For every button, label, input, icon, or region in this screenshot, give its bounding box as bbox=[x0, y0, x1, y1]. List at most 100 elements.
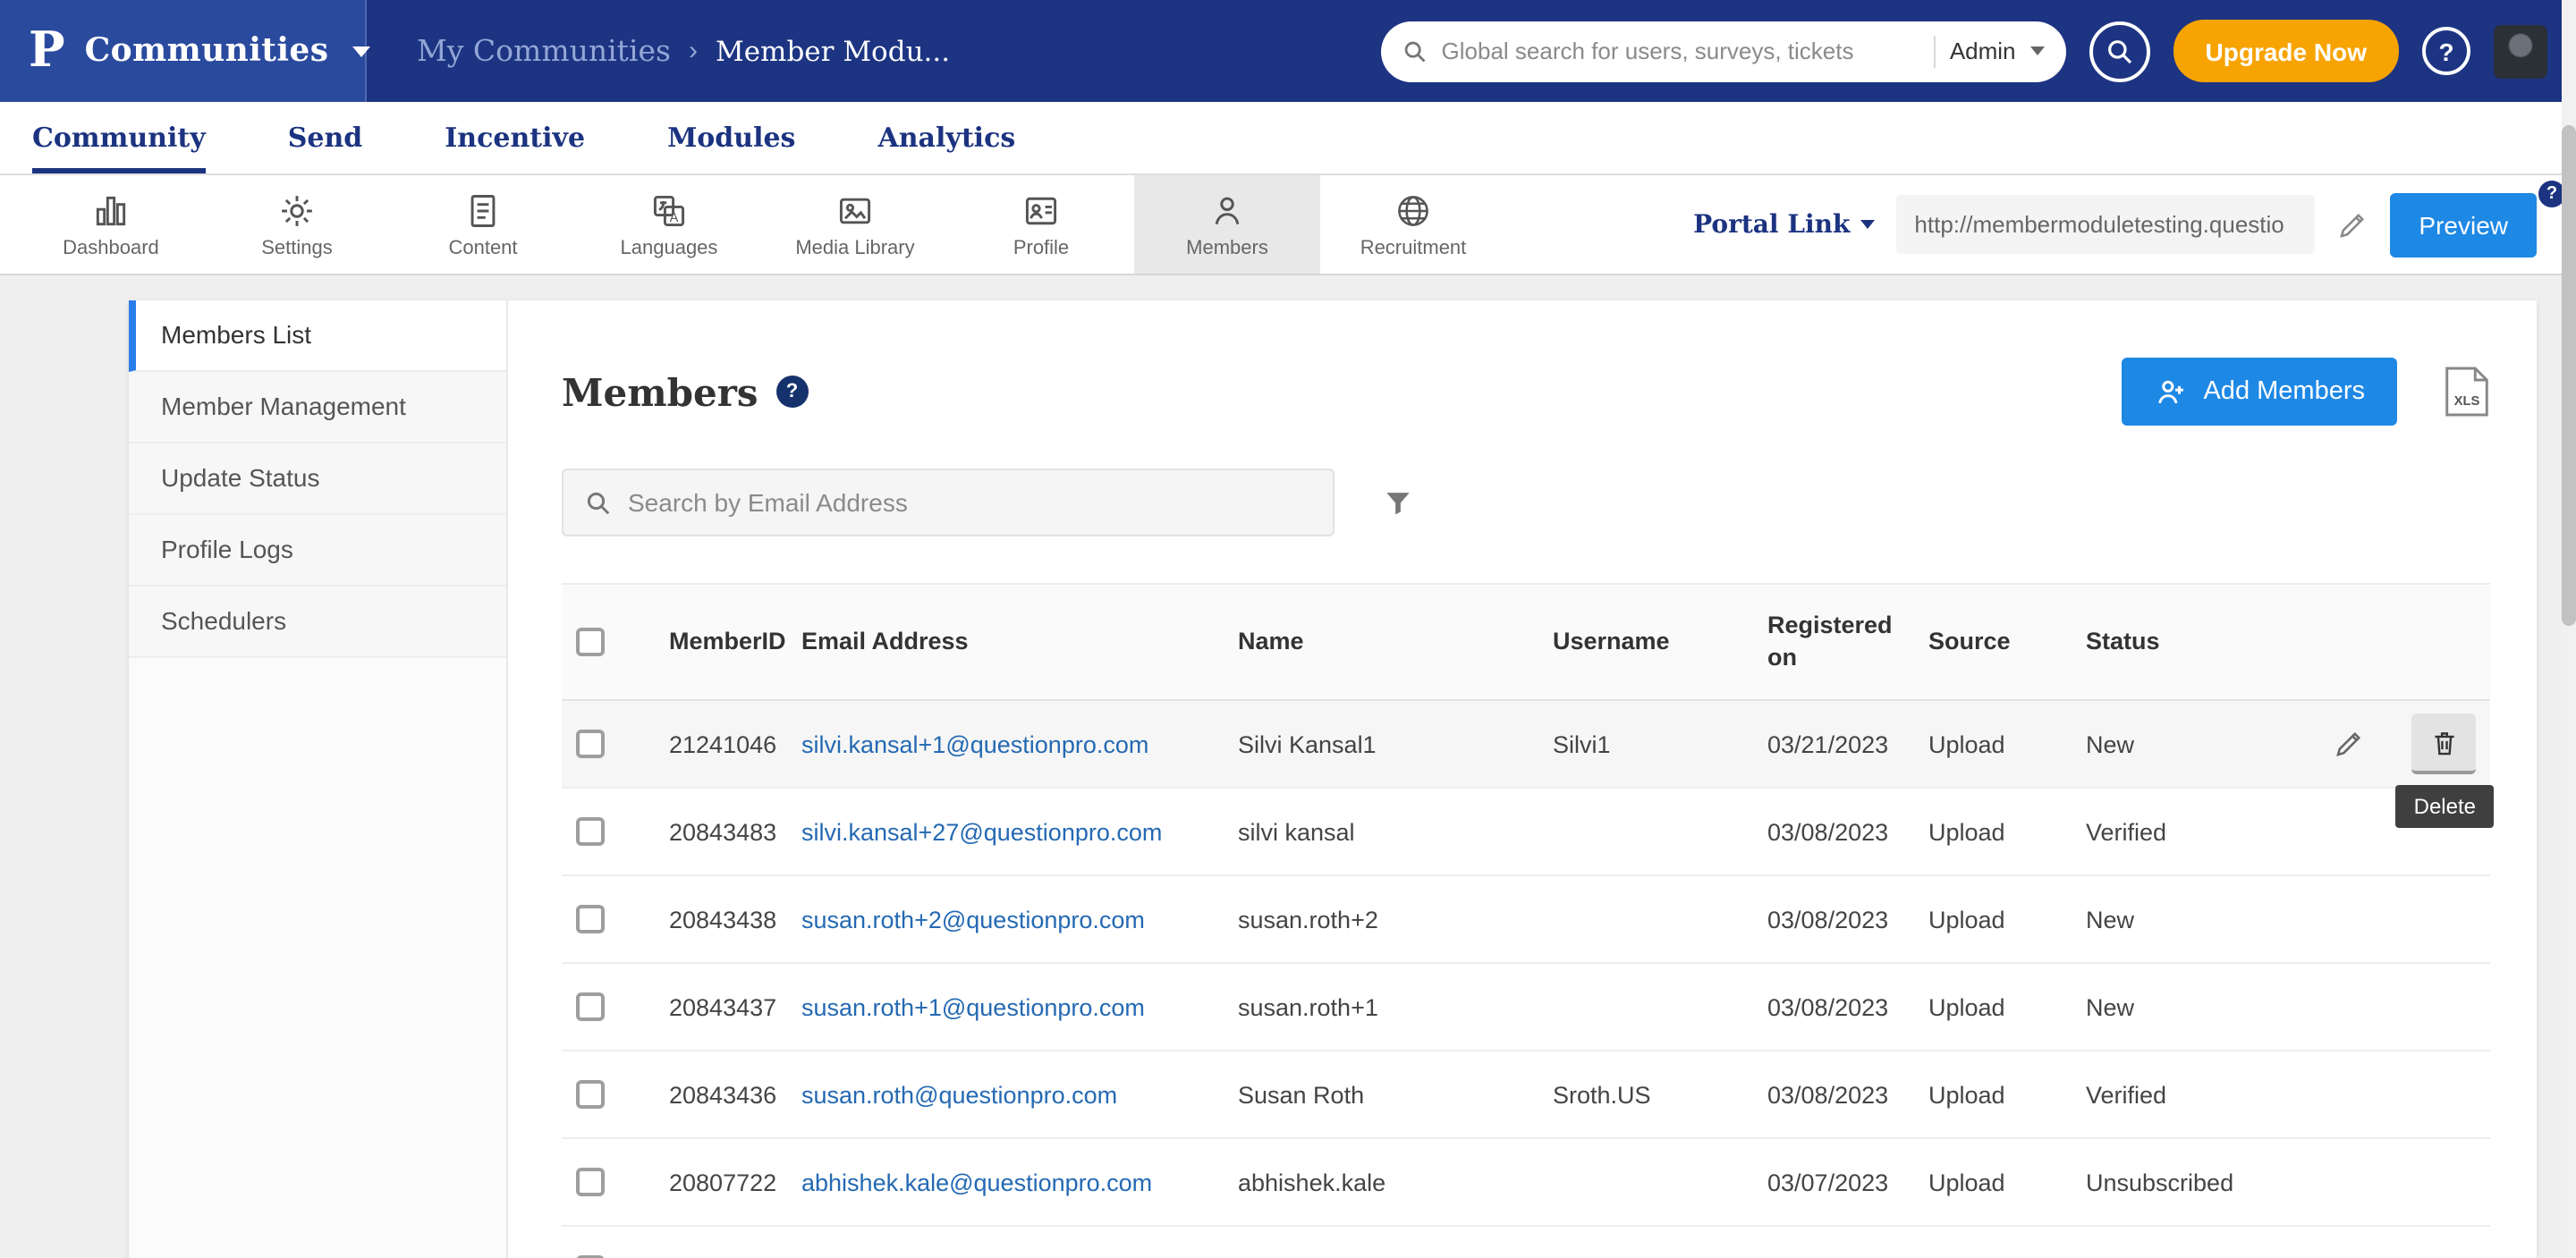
app-window: P Communities My Communities › Member Mo… bbox=[0, 0, 2576, 1258]
edit-url-pencil-icon[interactable] bbox=[2336, 208, 2368, 241]
email-link[interactable]: silvi.kansal+1@questionpro.com bbox=[801, 731, 1148, 758]
cell-member-id: 20843483 bbox=[655, 789, 787, 876]
primary-nav: Community Send Incentive Modules Analyti… bbox=[0, 102, 2576, 175]
cell-status: Unsubscribed bbox=[2072, 1227, 2297, 1258]
title-help-icon[interactable] bbox=[776, 376, 809, 408]
sidebar-item-profile-logs[interactable]: Profile Logs bbox=[129, 515, 506, 587]
row-checkbox[interactable] bbox=[576, 1169, 605, 1197]
cell-source: Upload bbox=[1914, 1227, 2072, 1258]
header-actions: Admin Upgrade Now bbox=[1381, 20, 2576, 82]
portal-link-dropdown[interactable]: Portal Link bbox=[1693, 210, 1875, 239]
scrollbar-thumb[interactable] bbox=[2562, 125, 2576, 626]
edit-member-pencil-icon[interactable] bbox=[2333, 729, 2365, 761]
chevron-down-icon bbox=[352, 46, 369, 56]
email-link[interactable]: abhishek.kale@questionpro.com bbox=[801, 1169, 1152, 1196]
table-row: 20780506 silvi.kansal+test@questionpro.c… bbox=[562, 1227, 2490, 1258]
cell-username bbox=[1538, 1227, 1753, 1258]
col-source: Source bbox=[1914, 584, 2072, 701]
breadcrumb-parent-link[interactable]: My Communities bbox=[417, 34, 671, 68]
title-actions: Add Members XLS bbox=[2121, 358, 2490, 426]
preview-button[interactable]: Preview bbox=[2390, 192, 2537, 257]
cell-member-id: 20807722 bbox=[655, 1139, 787, 1227]
email-link[interactable]: susan.roth+1@questionpro.com bbox=[801, 994, 1145, 1021]
cell-username: Silvi1 bbox=[1538, 701, 1753, 789]
cell-source: Upload bbox=[1914, 876, 2072, 964]
cell-name: susan.roth+1 bbox=[1224, 964, 1538, 1051]
toolbar-item-settings[interactable]: Settings bbox=[204, 175, 390, 274]
upgrade-now-button[interactable]: Upgrade Now bbox=[2174, 20, 2399, 82]
sidebar-item-members-list[interactable]: Members List bbox=[129, 300, 506, 372]
member-search[interactable] bbox=[562, 469, 1335, 536]
add-members-button[interactable]: Add Members bbox=[2121, 358, 2397, 426]
select-all-checkbox[interactable] bbox=[576, 628, 605, 656]
email-link[interactable]: susan.roth@questionpro.com bbox=[801, 1082, 1117, 1109]
toolbar-item-label: Languages bbox=[621, 237, 718, 258]
toolbar-item-content[interactable]: Content bbox=[390, 175, 576, 274]
xls-export-icon[interactable]: XLS bbox=[2444, 365, 2490, 418]
member-search-input[interactable] bbox=[628, 488, 1311, 517]
nav-item-incentive[interactable]: Incentive bbox=[445, 102, 585, 173]
nav-item-modules[interactable]: Modules bbox=[667, 102, 795, 173]
cell-member-id: 20843438 bbox=[655, 876, 787, 964]
sidebar-item-schedulers[interactable]: Schedulers bbox=[129, 587, 506, 658]
table-row: 20843436 susan.roth@questionpro.com Susa… bbox=[562, 1051, 2490, 1139]
toolbar-item-members[interactable]: Members bbox=[1134, 175, 1320, 274]
product-switcher[interactable]: P Communities bbox=[0, 0, 367, 102]
help-icon[interactable] bbox=[2422, 27, 2470, 75]
cell-name: abhishek.kale bbox=[1224, 1139, 1538, 1227]
avatar[interactable] bbox=[2494, 24, 2547, 78]
cell-source: Upload bbox=[1914, 701, 2072, 789]
chevron-down-icon[interactable] bbox=[2030, 46, 2045, 55]
module-toolbar: Dashboard Settings Content A Languages M… bbox=[0, 175, 2576, 275]
toolbar-item-recruitment[interactable]: Recruitment bbox=[1320, 175, 1506, 274]
toolbar-item-media-library[interactable]: Media Library bbox=[762, 175, 948, 274]
cell-username bbox=[1538, 789, 1753, 876]
sidebar-item-member-management[interactable]: Member Management bbox=[129, 372, 506, 443]
global-search-button[interactable] bbox=[2089, 21, 2150, 81]
email-link[interactable]: susan.roth+2@questionpro.com bbox=[801, 907, 1145, 933]
row-checkbox[interactable] bbox=[576, 1081, 605, 1110]
nav-item-analytics[interactable]: Analytics bbox=[877, 102, 1015, 173]
questionpro-logo: P bbox=[29, 27, 65, 75]
sidebar-item-update-status[interactable]: Update Status bbox=[129, 443, 506, 515]
portal-url-field[interactable]: http://membermoduletesting.questio bbox=[1896, 195, 2315, 254]
email-link[interactable]: silvi.kansal+27@questionpro.com bbox=[801, 819, 1162, 846]
content-document-icon bbox=[463, 190, 503, 230]
row-checkbox[interactable] bbox=[576, 818, 605, 847]
scrollbar-track[interactable] bbox=[2562, 0, 2576, 1258]
page-title: Members bbox=[562, 369, 758, 414]
toolbar-item-label: Content bbox=[448, 237, 517, 258]
cell-status: New bbox=[2072, 876, 2297, 964]
chevron-down-icon bbox=[1860, 220, 1875, 229]
svg-text:A: A bbox=[670, 210, 679, 224]
nav-item-send[interactable]: Send bbox=[288, 102, 363, 173]
add-members-label: Add Members bbox=[2203, 377, 2365, 406]
table-row: 20843483 silvi.kansal+27@questionpro.com… bbox=[562, 789, 2490, 876]
row-checkbox[interactable] bbox=[576, 730, 605, 759]
cell-username bbox=[1538, 1139, 1753, 1227]
row-checkbox[interactable] bbox=[576, 906, 605, 934]
product-name: Communities bbox=[85, 32, 329, 70]
cell-member-id: 20843436 bbox=[655, 1051, 787, 1139]
col-name: Name bbox=[1224, 584, 1538, 701]
toolbar-item-label: Media Library bbox=[795, 237, 914, 258]
search-scope-selector[interactable]: Admin bbox=[1950, 38, 2016, 64]
nav-item-community[interactable]: Community bbox=[32, 102, 206, 173]
portal-link-label: Portal Link bbox=[1693, 210, 1850, 239]
app-header: P Communities My Communities › Member Mo… bbox=[0, 0, 2576, 102]
cell-registered-on: 03/08/2023 bbox=[1753, 1051, 1914, 1139]
toolbar-item-languages[interactable]: A Languages bbox=[576, 175, 762, 274]
global-search-input[interactable] bbox=[1442, 38, 1919, 64]
breadcrumb-current: Member Modu... bbox=[716, 35, 950, 67]
table-row: 20807722 abhishek.kale@questionpro.com a… bbox=[562, 1139, 2490, 1227]
toolbar-item-profile[interactable]: Profile bbox=[948, 175, 1134, 274]
profile-card-icon bbox=[1021, 190, 1061, 230]
settings-gear-icon bbox=[277, 190, 317, 230]
table-header-row: MemberID Email Address Name Username Reg… bbox=[562, 584, 2490, 701]
global-search[interactable]: Admin bbox=[1381, 21, 2066, 81]
filter-funnel-icon[interactable] bbox=[1381, 485, 1415, 519]
row-checkbox[interactable] bbox=[576, 993, 605, 1022]
col-username: Username bbox=[1538, 584, 1753, 701]
delete-member-trash-icon[interactable]: Delete bbox=[2411, 714, 2476, 775]
toolbar-item-dashboard[interactable]: Dashboard bbox=[18, 175, 204, 274]
